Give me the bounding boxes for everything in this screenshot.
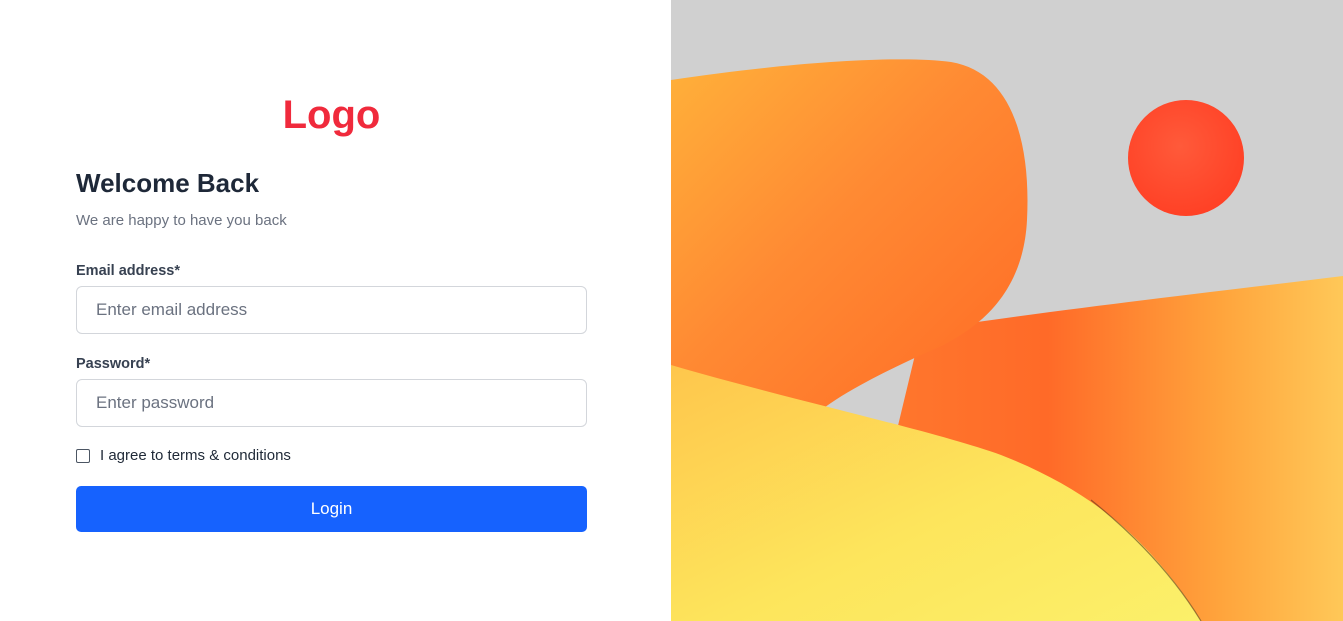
page-subtitle: We are happy to have you back bbox=[76, 212, 287, 229]
terms-checkbox[interactable] bbox=[76, 449, 90, 463]
page-title: Welcome Back bbox=[76, 168, 260, 198]
terms-label[interactable]: I agree to terms & conditions bbox=[100, 446, 291, 466]
email-field[interactable] bbox=[76, 286, 587, 334]
login-page: Logo Welcome Back We are happy to have y… bbox=[0, 0, 1343, 621]
sun-sphere bbox=[1128, 100, 1244, 216]
password-label: Password* bbox=[76, 356, 151, 372]
illustration-svg bbox=[671, 0, 1343, 621]
abstract-3d-landscape-illustration bbox=[671, 0, 1343, 621]
email-label: Email address* bbox=[76, 263, 180, 279]
login-form-panel: Logo Welcome Back We are happy to have y… bbox=[0, 0, 671, 621]
password-field[interactable] bbox=[76, 379, 587, 427]
login-button[interactable]: Login bbox=[76, 486, 587, 532]
terms-row: I agree to terms & conditions bbox=[76, 446, 291, 466]
logo: Logo bbox=[282, 93, 381, 137]
